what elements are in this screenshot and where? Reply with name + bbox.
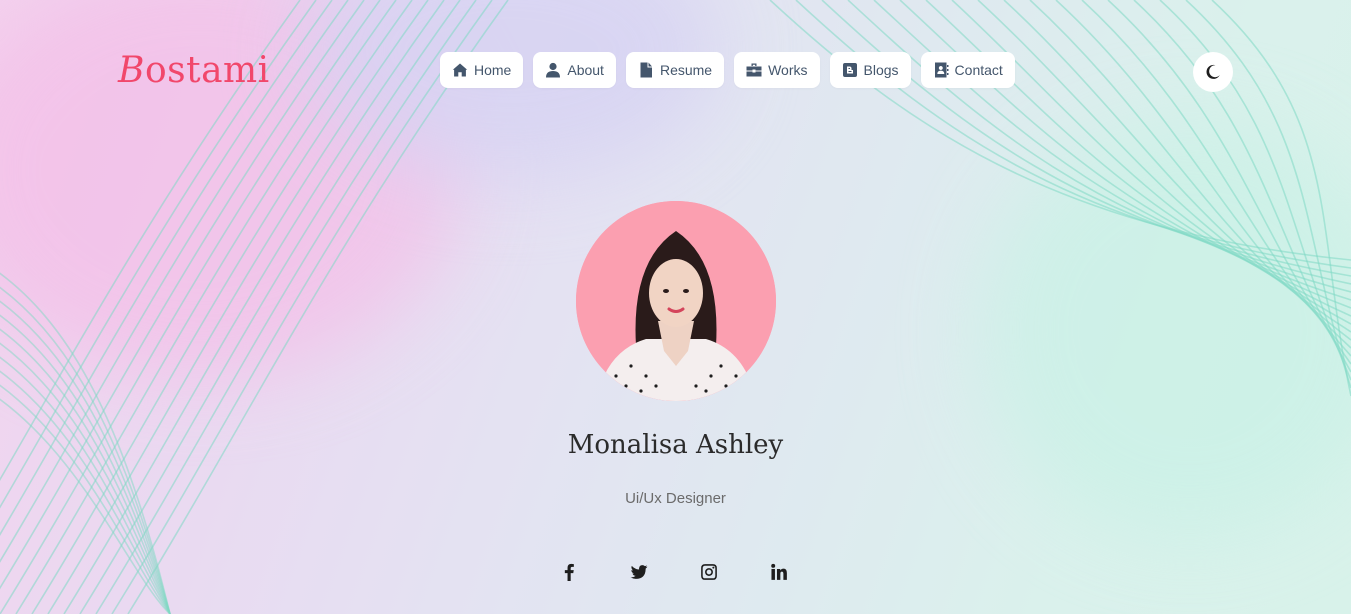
background-line — [127, 0, 509, 614]
nav-works[interactable]: Works — [734, 52, 820, 88]
background-line — [63, 0, 445, 614]
profile-avatar — [576, 201, 776, 401]
logo-initial: B — [118, 50, 145, 91]
briefcase-icon — [746, 63, 762, 77]
background-line — [47, 0, 429, 614]
moon-icon — [1206, 64, 1220, 79]
background-line — [1211, 0, 1351, 397]
social-links — [0, 560, 1351, 584]
linkedin-link[interactable] — [767, 560, 791, 584]
background-line — [15, 0, 397, 614]
background-line — [0, 0, 301, 482]
background-line — [95, 0, 477, 614]
twitter-icon — [630, 565, 648, 579]
instagram-link[interactable] — [697, 560, 721, 584]
profile-name: Monalisa Ashley — [567, 430, 784, 460]
background-line — [0, 0, 381, 614]
facebook-icon — [564, 563, 574, 581]
nav-home[interactable]: Home — [440, 52, 524, 88]
facebook-link[interactable] — [557, 560, 581, 584]
nav-resume-label: Resume — [659, 62, 713, 78]
nav-works-label: Works — [768, 62, 808, 78]
nav-contact[interactable]: Contact — [920, 52, 1015, 88]
background-line — [31, 0, 413, 614]
nav-home-label: Home — [474, 62, 512, 78]
instagram-icon — [701, 564, 717, 580]
background-line — [0, 0, 333, 536]
nav-blogs[interactable]: Blogs — [829, 52, 911, 88]
home-icon — [452, 63, 468, 77]
main-nav: Home About Resume Works Blogs Contact — [440, 52, 1015, 88]
theme-toggle-button[interactable] — [1193, 52, 1233, 92]
background-line — [769, 0, 1351, 261]
linkedin-icon — [771, 563, 787, 580]
profile-role: Ui/Ux Designer — [625, 490, 726, 507]
nav-contact-label: Contact — [954, 62, 1003, 78]
avatar-portrait — [576, 201, 776, 401]
background-line — [1107, 0, 1351, 365]
user-icon — [546, 62, 561, 78]
brand-logo[interactable]: Bostami — [118, 50, 270, 91]
address-book-icon — [934, 62, 949, 78]
nav-blogs-label: Blogs — [863, 62, 899, 78]
nav-about[interactable]: About — [533, 52, 616, 88]
nav-about-label: About — [567, 62, 604, 78]
twitter-link[interactable] — [627, 560, 651, 584]
file-icon — [640, 62, 652, 78]
background-line — [111, 0, 493, 614]
nav-resume[interactable]: Resume — [625, 52, 725, 88]
background-line — [0, 0, 349, 563]
logo-text: ostami — [144, 50, 270, 91]
blogger-icon — [842, 63, 857, 77]
